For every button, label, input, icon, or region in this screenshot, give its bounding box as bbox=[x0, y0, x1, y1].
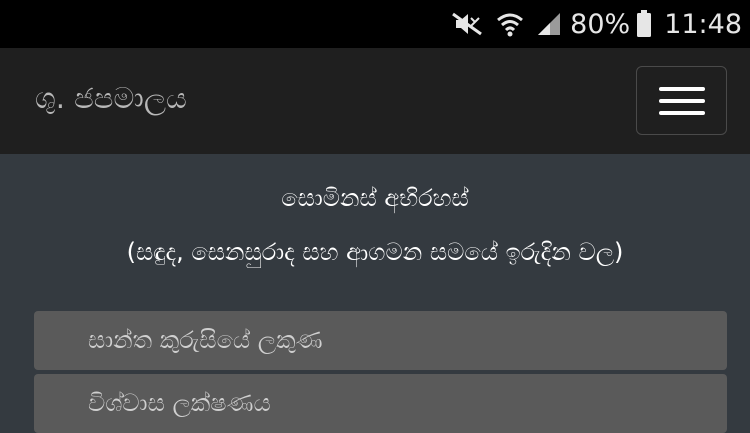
menu-toggle-button[interactable] bbox=[636, 66, 727, 135]
main-content: සොමිනස් අභිරහස් (සඳුද, සෙනසුරාද සහ ආගමන … bbox=[0, 154, 750, 433]
page-subtitle: (සඳුද, සෙනසුරාද සහ ආගමන සමයේ ඉරුදින වල) bbox=[126, 238, 624, 266]
menu-icon bbox=[658, 86, 705, 91]
list-item-creed[interactable]: විශ්වාස ලක්ෂණය bbox=[34, 374, 727, 433]
list-item-sign-of-cross[interactable]: සාන්ත කුරුසියේ ලකුණ bbox=[34, 311, 727, 370]
menu-icon-bar bbox=[658, 110, 705, 115]
battery-percentage: 80% bbox=[570, 8, 631, 40]
page-title: සොමිනස් අභිරහස් bbox=[281, 184, 469, 212]
mute-icon bbox=[450, 11, 484, 37]
app-brand[interactable]: ශු. ජපමාලය bbox=[35, 78, 187, 118]
navbar: ශු. ජපමාලය bbox=[0, 48, 750, 154]
menu-icon-bar bbox=[658, 98, 705, 103]
clock: 11:48 bbox=[664, 8, 742, 40]
battery-icon bbox=[636, 10, 652, 38]
status-bar: 80% 11:48 bbox=[0, 0, 750, 48]
signal-icon bbox=[536, 11, 562, 37]
wifi-icon bbox=[496, 10, 524, 38]
